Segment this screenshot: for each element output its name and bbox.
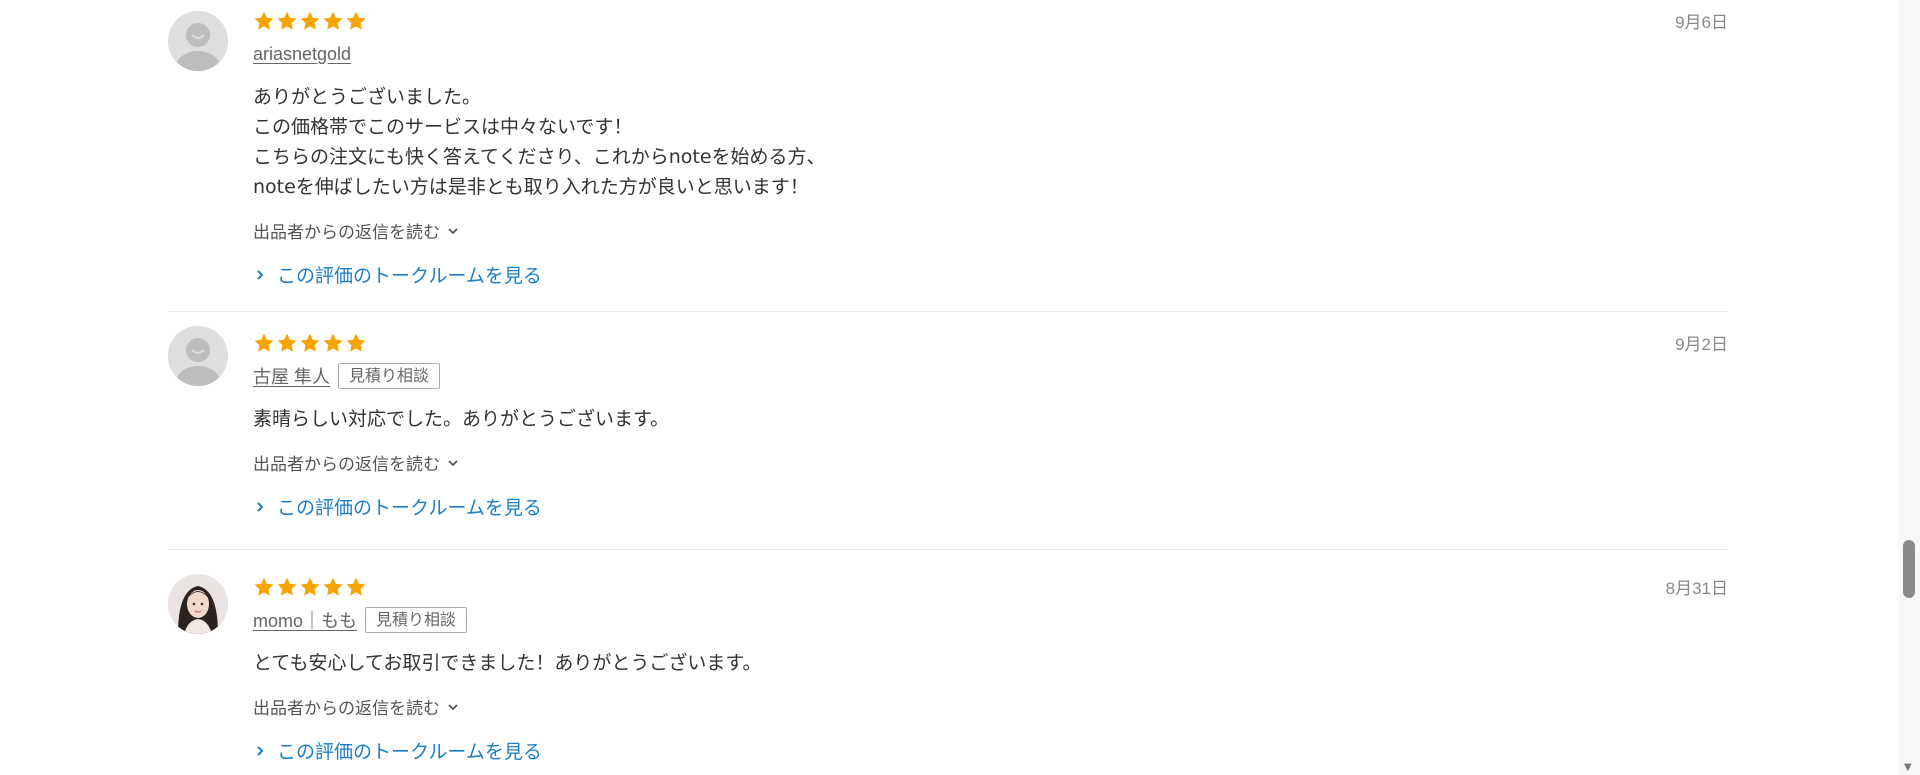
star-icon <box>346 577 366 596</box>
read-reply-toggle[interactable]: 出品者からの返信を読む <box>253 450 460 475</box>
talkroom-link[interactable]: この評価のトークルームを見る <box>253 737 1728 764</box>
comment-line: 素晴らしい対応でした。ありがとうございます。 <box>253 408 670 430</box>
avatar[interactable] <box>168 326 228 386</box>
scrollbar[interactable]: ▼ <box>1898 0 1920 775</box>
estimate-badge: 見積り相談 <box>338 363 441 389</box>
comment-line: ありがとうございました。 <box>253 86 482 108</box>
star-icon <box>300 333 320 352</box>
reviewer-name-link[interactable]: 古屋 隼人 <box>253 363 330 389</box>
star-icon <box>323 333 343 352</box>
review-date: 8月31日 <box>1665 579 1728 598</box>
chevron-down-icon <box>448 703 458 710</box>
star-icon <box>254 577 274 596</box>
default-avatar-icon <box>168 326 228 386</box>
reviewer-name-link[interactable]: momo｜もも <box>253 607 357 633</box>
talkroom-link[interactable]: この評価のトークルームを見る <box>253 493 1728 520</box>
star-icon <box>300 577 320 596</box>
star-icon <box>300 11 320 30</box>
review-comment: 素晴らしい対応でした。ありがとうございます。 <box>253 404 1728 434</box>
review-item: 9月6日 ariasnetgold ありがとうございました。 この価格帯でこのサ… <box>168 0 1728 312</box>
review-list: 9月6日 ariasnetgold ありがとうございました。 この価格帯でこのサ… <box>168 0 1728 775</box>
review-item: 9月2日 古屋 隼人 見積り相談 素晴らしい対応でした。ありがとうございます。 … <box>168 312 1728 550</box>
star-icon <box>346 11 366 30</box>
review-content: 9月2日 古屋 隼人 見積り相談 素晴らしい対応でした。ありがとうございます。 … <box>253 330 1728 520</box>
review-comment: とても安心してお取引できました！ありがとうございます。 <box>253 648 1728 678</box>
review-date: 9月2日 <box>1675 335 1728 354</box>
star-icon <box>254 333 274 352</box>
talkroom-link-label: この評価のトークルームを見る <box>277 741 542 763</box>
star-icon <box>277 333 297 352</box>
read-reply-label: 出品者からの返信を読む <box>253 455 440 475</box>
user-row: 古屋 隼人 見積り相談 <box>253 362 1728 390</box>
chevron-right-icon <box>257 745 264 756</box>
read-reply-label: 出品者からの返信を読む <box>253 223 440 243</box>
chevron-down-icon <box>448 227 458 234</box>
comment-line: noteを伸ばしたい方は是非とも取り入れた方が良いと思います！ <box>253 176 809 198</box>
scroll-down-arrow-icon[interactable]: ▼ <box>1904 762 1912 773</box>
comment-line: とても安心してお取引できました！ありがとうございます。 <box>253 652 762 674</box>
review-content: 9月6日 ariasnetgold ありがとうございました。 この価格帯でこのサ… <box>253 8 1728 288</box>
star-icon <box>323 11 343 30</box>
page: 9月6日 ariasnetgold ありがとうございました。 この価格帯でこのサ… <box>0 0 1920 775</box>
talkroom-link[interactable]: この評価のトークルームを見る <box>253 261 1728 288</box>
chevron-right-icon <box>257 269 264 280</box>
chevron-down-icon <box>448 459 458 466</box>
star-rating <box>253 574 1728 600</box>
star-icon <box>277 577 297 596</box>
photo-avatar-icon <box>168 574 228 634</box>
reviewer-name-link[interactable]: ariasnetgold <box>253 44 351 65</box>
talkroom-link-label: この評価のトークルームを見る <box>277 265 542 287</box>
star-rating <box>253 330 1728 356</box>
user-row: ariasnetgold <box>253 40 1728 68</box>
scrollbar-thumb[interactable] <box>1903 540 1915 598</box>
talkroom-link-label: この評価のトークルームを見る <box>277 497 542 519</box>
review-comment: ありがとうございました。 この価格帯でこのサービスは中々ないです！ こちらの注文… <box>253 82 1728 202</box>
review-date: 9月6日 <box>1675 13 1728 32</box>
review-item: 8月31日 momo｜もも 見積り相談 とても安心してお取引できました！ありがと… <box>168 550 1728 775</box>
star-rating <box>253 8 1728 34</box>
review-content: 8月31日 momo｜もも 見積り相談 とても安心してお取引できました！ありがと… <box>253 574 1728 764</box>
avatar[interactable] <box>168 11 228 71</box>
read-reply-toggle[interactable]: 出品者からの返信を読む <box>253 218 460 243</box>
star-icon <box>277 11 297 30</box>
user-row: momo｜もも 見積り相談 <box>253 606 1728 634</box>
star-icon <box>254 11 274 30</box>
avatar[interactable] <box>168 574 228 634</box>
star-icon <box>346 333 366 352</box>
chevron-right-icon <box>257 501 264 512</box>
star-icon <box>323 577 343 596</box>
comment-line: こちらの注文にも快く答えてくださり、これからnoteを始める方、 <box>253 146 826 168</box>
read-reply-label: 出品者からの返信を読む <box>253 699 440 719</box>
read-reply-toggle[interactable]: 出品者からの返信を読む <box>253 694 460 719</box>
comment-line: この価格帯でこのサービスは中々ないです！ <box>253 116 633 138</box>
default-avatar-icon <box>168 11 228 71</box>
estimate-badge: 見積り相談 <box>365 607 468 633</box>
